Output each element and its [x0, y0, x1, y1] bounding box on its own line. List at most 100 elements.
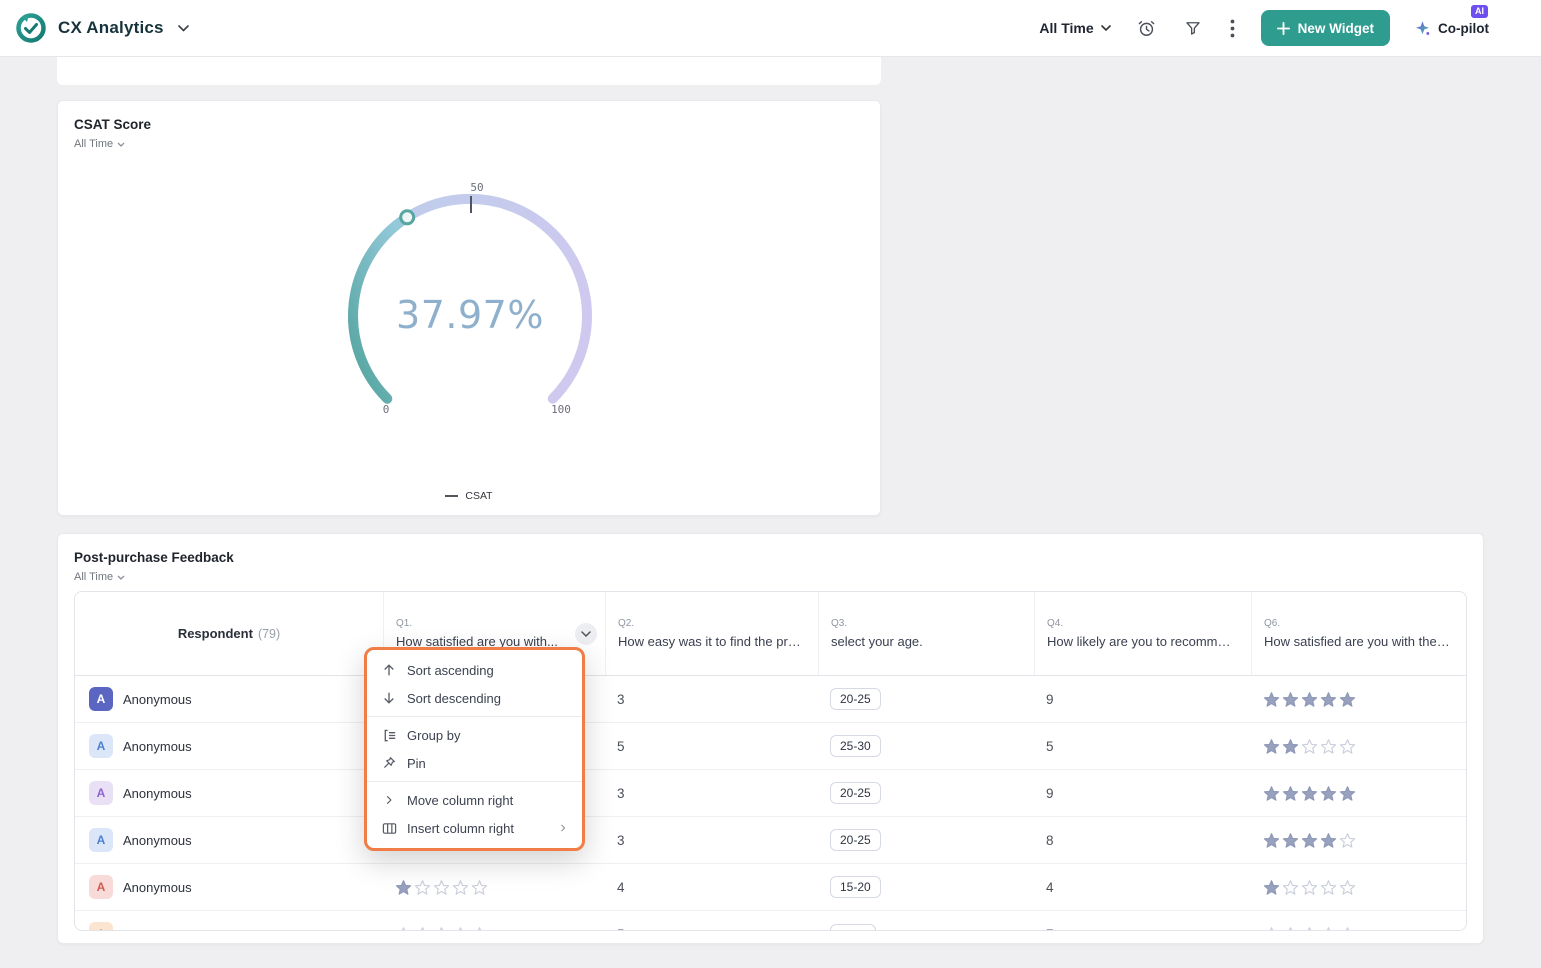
- q2-score-cell: 5: [605, 927, 818, 932]
- star-empty-icon: [471, 926, 488, 932]
- copilot-button[interactable]: Co-pilot: [1414, 20, 1489, 37]
- table-row: A Anonymous 3 20-25 9: [75, 770, 1466, 817]
- menu-item-label: Move column right: [407, 793, 513, 808]
- column-header-respondent[interactable]: Respondent (79): [75, 592, 383, 675]
- menu-item-move-column-right[interactable]: Move column right: [367, 786, 582, 814]
- menu-item-label: Insert column right: [407, 821, 514, 836]
- star-filled-icon: [1263, 879, 1280, 896]
- gauge-max-label: 100: [551, 403, 571, 416]
- menu-item-insert-column-right[interactable]: Insert column right: [367, 814, 582, 842]
- star-empty-icon: [1301, 738, 1318, 755]
- chevron-down-icon: [117, 142, 125, 147]
- star-empty-icon: [433, 879, 450, 896]
- q4-score-cell: 8: [1034, 833, 1251, 848]
- table-row: A Anonymous 4 15-20 4: [75, 864, 1466, 911]
- star-empty-icon: [1339, 738, 1356, 755]
- star-filled-icon: [1339, 691, 1356, 708]
- column-header-q6[interactable]: Q6. How satisfied are you with the…: [1251, 592, 1466, 675]
- chevron-down-icon: [178, 25, 189, 32]
- menu-divider: [367, 781, 582, 782]
- star-filled-icon: [1301, 832, 1318, 849]
- widget-title: Post-purchase Feedback: [58, 534, 1483, 565]
- avatar: A: [89, 828, 113, 852]
- chevron-down-icon: [581, 631, 591, 637]
- star-filled-icon: [1282, 691, 1299, 708]
- new-widget-label: New Widget: [1298, 21, 1374, 36]
- star-filled-icon: [1301, 691, 1318, 708]
- menu-item-sort-descending[interactable]: Sort descending: [367, 684, 582, 712]
- menu-item-label: Sort ascending: [407, 663, 494, 678]
- menu-item-label: Sort descending: [407, 691, 501, 706]
- gauge-mid-label: 50: [470, 181, 483, 194]
- q3-age-cell: 15-20: [818, 876, 1034, 898]
- column-menu-button[interactable]: [575, 623, 597, 645]
- age-pill: 20-25: [830, 782, 881, 804]
- respondent-cell: A Anonymous: [75, 734, 383, 758]
- respondent-name: Anonymous: [123, 786, 192, 801]
- star-empty-icon: [452, 879, 469, 896]
- age-pill: 15-20: [830, 876, 881, 898]
- menu-item-sort-ascending[interactable]: Sort ascending: [367, 656, 582, 684]
- new-widget-button[interactable]: New Widget: [1261, 10, 1390, 46]
- star-empty-icon: [1282, 926, 1299, 932]
- q6-rating-cell: [1251, 691, 1466, 708]
- q4-score-cell: 5: [1034, 739, 1251, 754]
- widget-time-filter[interactable]: All Time: [58, 132, 141, 150]
- gauge-marker: [401, 211, 414, 224]
- chevron-down-icon: [117, 575, 125, 580]
- column-header-q4[interactable]: Q4. How likely are you to recomm…: [1034, 592, 1251, 675]
- avatar: A: [89, 875, 113, 899]
- post-purchase-feedback-widget: Post-purchase Feedback All Time Responde…: [57, 533, 1484, 944]
- star-empty-icon: [1339, 832, 1356, 849]
- filter-button[interactable]: [1182, 17, 1204, 39]
- plus-icon: [1277, 22, 1290, 35]
- q4-score-cell: 9: [1034, 692, 1251, 707]
- q2-score-cell: 3: [605, 786, 818, 801]
- alarm-clock-button[interactable]: [1135, 17, 1158, 40]
- star-empty-icon: [395, 926, 412, 932]
- column-header-q3[interactable]: Q3. select your age.: [818, 592, 1034, 675]
- star-empty-icon: [414, 926, 431, 932]
- app-title: CX Analytics: [58, 18, 164, 38]
- star-empty-icon: [1339, 926, 1356, 932]
- star-filled-icon: [1320, 785, 1337, 802]
- q3-age-cell: [818, 924, 1034, 932]
- table-header: Respondent (79) Q1. How satisfied are yo…: [75, 592, 1466, 676]
- avatar: A: [89, 922, 113, 931]
- star-filled-icon: [1263, 785, 1280, 802]
- star-empty-icon: [1263, 926, 1280, 932]
- menu-item-pin[interactable]: Pin: [367, 749, 582, 777]
- avatar: A: [89, 781, 113, 805]
- global-time-filter[interactable]: All Time: [1039, 20, 1110, 36]
- column-header-q2[interactable]: Q2. How easy was it to find the pr…: [605, 592, 818, 675]
- table-row: A Anonymous 5 7: [75, 911, 1466, 931]
- table-row: A Anonymous 3 20-25 8: [75, 817, 1466, 864]
- widget-time-filter[interactable]: All Time: [58, 565, 141, 583]
- q2-score-cell: 5: [605, 739, 818, 754]
- q4-score-cell: 4: [1034, 880, 1251, 895]
- star-filled-icon: [1263, 738, 1280, 755]
- age-pill: 20-25: [830, 688, 881, 710]
- respondent-cell: A Anonymous: [75, 922, 383, 931]
- q3-age-cell: 20-25: [818, 829, 1034, 851]
- app-brand[interactable]: CX Analytics: [16, 13, 189, 43]
- q2-score-cell: 3: [605, 692, 818, 707]
- arrow-up-icon: [381, 663, 397, 677]
- respondent-cell: A Anonymous: [75, 828, 383, 852]
- menu-item-group-by[interactable]: Group by: [367, 721, 582, 749]
- sparkle-icon: [1414, 20, 1431, 37]
- table-row: A Anonymous 5 25-30 5: [75, 723, 1466, 770]
- top-bar: CX Analytics All Time: [0, 0, 1541, 57]
- respondent-header-label: Respondent: [178, 626, 253, 641]
- submenu-chevron-icon: [558, 823, 568, 833]
- star-filled-icon: [1320, 832, 1337, 849]
- gauge-value-label: 37.97%: [280, 293, 660, 337]
- star-filled-icon: [1282, 832, 1299, 849]
- chart-legend: CSAT: [58, 490, 880, 502]
- widget-time-filter-label: All Time: [74, 138, 113, 150]
- q1-rating-cell: [383, 926, 605, 932]
- menu-item-label: Group by: [407, 728, 460, 743]
- kebab-menu-button[interactable]: [1228, 17, 1237, 40]
- q6-rating-cell: [1251, 926, 1466, 932]
- respondent-name: Anonymous: [123, 927, 192, 932]
